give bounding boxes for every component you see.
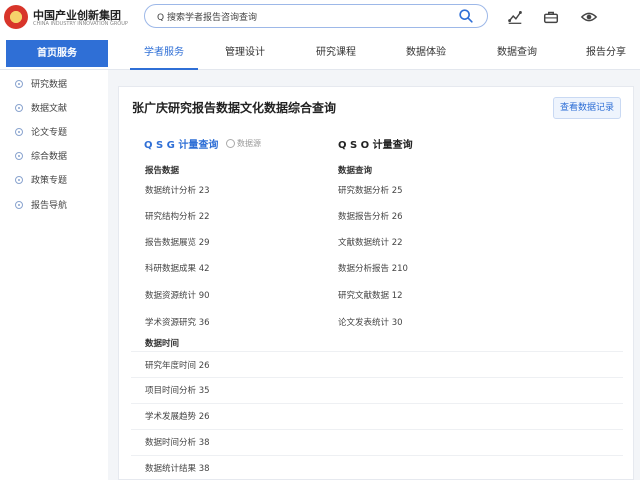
list-item[interactable]: 研究数据分析 25 — [338, 184, 403, 196]
list-item[interactable]: 科研数据成果 42 — [145, 262, 210, 274]
analytics-icon[interactable] — [506, 8, 524, 26]
divider — [131, 429, 623, 430]
search-button[interactable] — [457, 7, 481, 25]
sidebar-item-label: 论文专题 — [31, 128, 68, 138]
list-item[interactable]: 研究文献数据 12 — [338, 289, 403, 301]
list-item[interactable]: 研究年度时间 26 — [145, 359, 210, 371]
list-item[interactable]: 数据统计结果 38 — [145, 462, 210, 474]
left-section-label: 报告数据 — [145, 166, 180, 176]
left-section-label: 数据时间 — [145, 339, 180, 349]
nav-home-button[interactable]: 首页服务 — [6, 40, 108, 67]
tab-data-query[interactable]: 数据查询 — [487, 36, 547, 70]
search-icon — [459, 9, 473, 23]
list-item[interactable]: 学术发展趋势 26 — [145, 410, 210, 422]
main-nav: 首页服务 学者服务 管理设计 研究课程 数据体验 数据查询 报告分享 — [0, 36, 640, 70]
search-box — [144, 4, 488, 28]
bullet-icon — [15, 201, 23, 209]
list-item[interactable]: 报告数据展览 29 — [145, 236, 210, 248]
sidebar-item-policy-topics[interactable]: 政策专题 — [0, 171, 108, 189]
view-records-button[interactable]: 查看数据记录 — [553, 97, 621, 119]
sidebar-item-label: 研究数据 — [31, 80, 68, 90]
sidebar-item-data-literature[interactable]: 数据文献 — [0, 99, 108, 117]
header: 中国产业创新集团 CHINA INDUSTRY INNOVATION GROUP — [0, 0, 640, 36]
site-subtitle: CHINA INDUSTRY INNOVATION GROUP — [33, 21, 128, 27]
tab-research-courses[interactable]: 研究课程 — [306, 36, 366, 70]
sidebar-item-research-data[interactable]: 研究数据 — [0, 75, 108, 93]
right-section-label: 数据查询 — [338, 166, 373, 176]
list-item[interactable]: 数据资源统计 90 — [145, 289, 210, 301]
list-item[interactable]: 数据时间分析 38 — [145, 436, 210, 448]
sidebar-item-label: 数据文献 — [31, 104, 68, 114]
list-item[interactable]: 数据分析报告 210 — [338, 262, 408, 274]
divider — [131, 351, 623, 352]
emblem-logo[interactable] — [4, 5, 28, 29]
sidebar-item-label: 政策专题 — [31, 176, 68, 186]
search-input[interactable] — [157, 8, 457, 24]
sidebar-item-report-nav[interactable]: 报告导航 — [0, 196, 108, 214]
sidebar: 研究数据 数据文献 论文专题 综合数据 政策专题 报告导航 — [0, 70, 108, 480]
eye-icon[interactable] — [580, 8, 598, 26]
bullet-icon — [15, 152, 23, 160]
divider — [131, 455, 623, 456]
sidebar-item-integrated-data[interactable]: 综合数据 — [0, 147, 108, 165]
list-item[interactable]: 项目时间分析 35 — [145, 384, 210, 396]
sidebar-item-label: 报告导航 — [31, 201, 68, 211]
list-item[interactable]: 文献数据统计 22 — [338, 236, 403, 248]
tab-data-experience[interactable]: 数据体验 — [396, 36, 456, 70]
list-item[interactable]: 论文发表统计 30 — [338, 316, 403, 328]
briefcase-icon[interactable] — [542, 8, 560, 26]
bullet-icon — [15, 80, 23, 88]
content-panel: 张广庆研究报告数据文化数据综合查询 查看数据记录 Q S G 计量查询 数据源 … — [118, 86, 634, 480]
list-item[interactable]: 学术资源研究 36 — [145, 316, 210, 328]
list-item[interactable]: 数据报告分析 26 — [338, 210, 403, 222]
sidebar-item-paper-topics[interactable]: 论文专题 — [0, 123, 108, 141]
bullet-icon — [15, 104, 23, 112]
list-item[interactable]: 数据统计分析 23 — [145, 184, 210, 196]
tab-report-share[interactable]: 报告分享 — [576, 36, 636, 70]
divider — [131, 403, 623, 404]
data-source-tag[interactable]: 数据源 — [226, 138, 261, 149]
tab-management-design[interactable]: 管理设计 — [215, 36, 275, 70]
bullet-icon — [15, 176, 23, 184]
sidebar-item-label: 综合数据 — [31, 152, 68, 162]
left-column-heading[interactable]: Q S G 计量查询 — [144, 136, 218, 151]
right-column-heading[interactable]: Q S O 计量查询 — [338, 136, 413, 151]
bullet-icon — [15, 128, 23, 136]
tab-scholar-service[interactable]: 学者服务 — [130, 36, 198, 70]
page-title: 张广庆研究报告数据文化数据综合查询 — [132, 101, 337, 115]
list-item[interactable]: 研究结构分析 22 — [145, 210, 210, 222]
divider — [131, 377, 623, 378]
